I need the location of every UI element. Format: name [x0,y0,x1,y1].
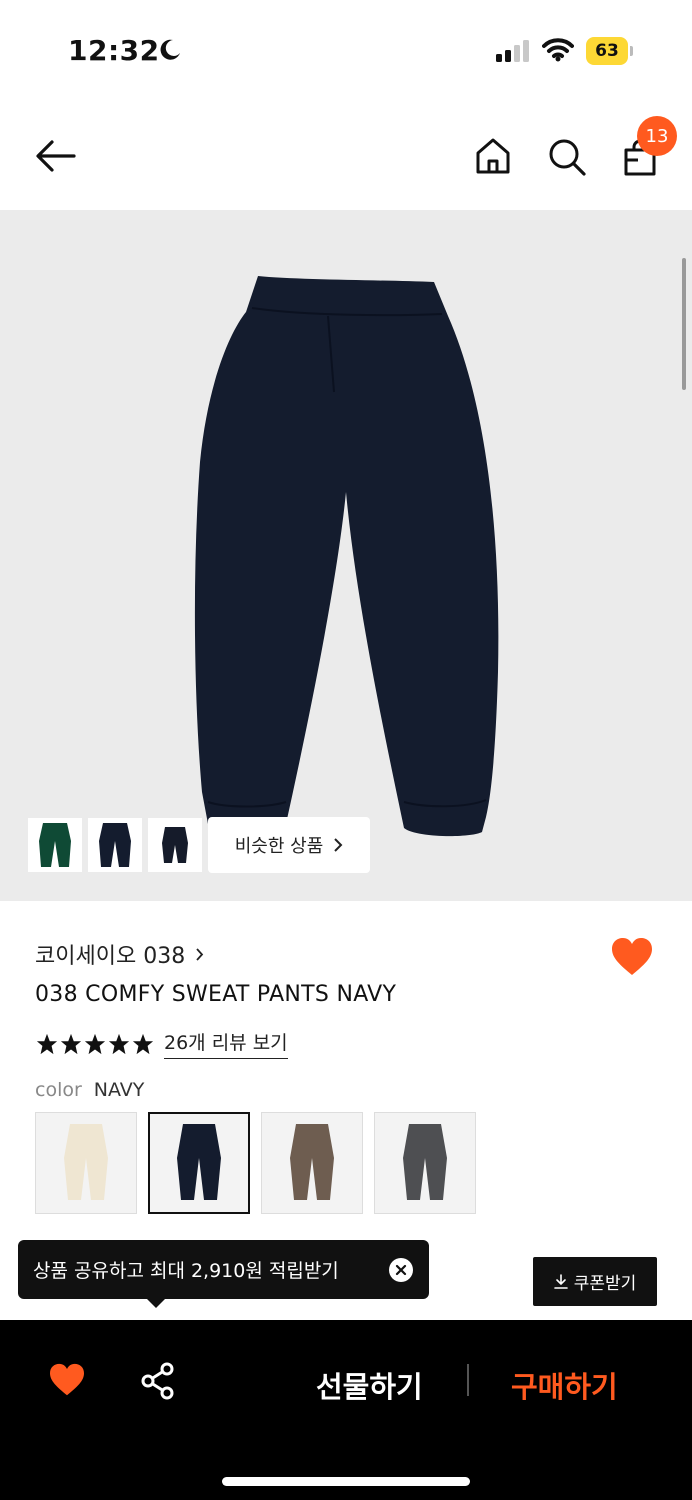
similar-products-label: 비슷한 상품 [234,836,324,857]
brand-link[interactable]: 코이세이오 038 [35,938,204,970]
thumbnail-green[interactable] [28,818,82,872]
swatch-brown[interactable] [261,1112,363,1214]
share-icon[interactable] [140,1362,176,1404]
similar-products-button[interactable]: 비슷한 상품 [208,817,370,873]
status-bar: 12:32 63 [0,0,692,100]
star-icon [60,1033,82,1054]
cart-count-badge: 13 [637,116,677,156]
star-icon [36,1033,58,1054]
close-icon[interactable] [389,1258,413,1282]
battery-icon: 63 [586,37,633,65]
toast-text: 상품 공유하고 최대 2,910원 적립받기 [33,1260,339,1282]
gift-button[interactable]: 선물하기 [316,1364,423,1406]
divider [467,1364,469,1396]
scrollbar[interactable] [682,258,686,390]
reviews-link[interactable]: 26개 리뷰 보기 [164,1028,288,1059]
thumbnail-navy[interactable] [88,818,142,872]
toast-pointer [146,1298,166,1308]
color-option-row: color NAVY [35,1079,144,1101]
swatch-charcoal[interactable] [374,1112,476,1214]
product-name: 038 COMFY SWEAT PANTS NAVY [35,982,397,1007]
coupon-button[interactable]: 쿠폰받기 [533,1257,657,1306]
product-image-gallery[interactable]: 비슷한 상품 [0,210,692,901]
signal-icon [496,40,532,66]
star-rating [36,1033,154,1055]
home-indicator[interactable] [222,1477,470,1486]
chevron-right-icon [196,947,204,961]
thumbnail-list [28,818,202,872]
product-image [186,272,506,841]
thumbnail-navy-detail[interactable] [148,818,202,872]
buy-button[interactable]: 구매하기 [511,1364,618,1406]
chevron-right-icon [334,838,343,852]
star-icon [108,1033,130,1054]
moon-icon [158,38,182,66]
back-arrow-icon[interactable] [34,138,78,178]
swatch-cream[interactable] [35,1112,137,1214]
brand-name: 코이세이오 038 [35,944,186,969]
home-icon[interactable] [474,136,512,180]
color-swatches [35,1112,476,1214]
share-reward-toast[interactable]: 상품 공유하고 최대 2,910원 적립받기 [18,1240,429,1299]
bottom-action-bar: 선물하기 구매하기 [0,1320,692,1500]
star-icon [132,1033,154,1054]
color-value: NAVY [93,1079,145,1101]
star-icon [84,1033,106,1054]
top-nav [0,100,692,210]
like-heart-icon[interactable] [48,1363,86,1401]
rating-row: 26개 리뷰 보기 [36,1028,288,1059]
wifi-icon [542,38,574,66]
battery-level: 63 [586,37,628,65]
status-time: 12:32 [68,34,160,67]
like-heart-icon[interactable] [610,937,654,981]
download-icon [553,1273,568,1289]
color-label: color [35,1079,82,1101]
coupon-label: 쿠폰받기 [573,1274,637,1294]
swatch-navy[interactable] [148,1112,250,1214]
search-icon[interactable] [546,136,588,182]
